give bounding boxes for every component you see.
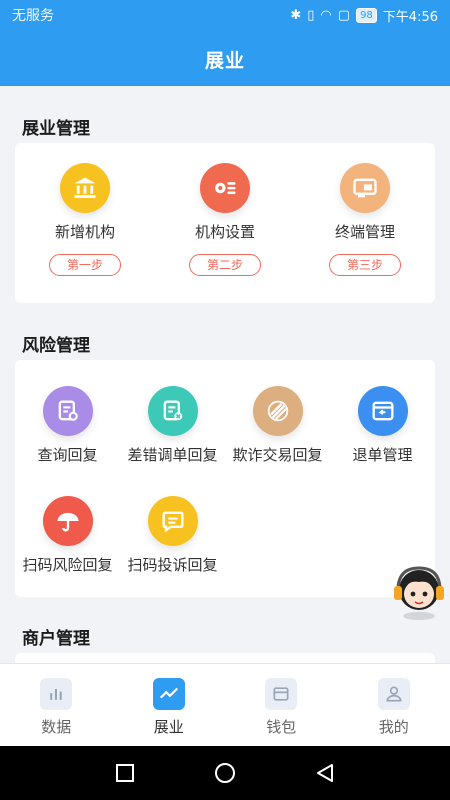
umbrella-icon xyxy=(42,496,93,546)
tab-business[interactable]: 展业 xyxy=(113,664,226,746)
step-one-badge: 第一步 xyxy=(49,254,121,276)
chat-icon xyxy=(147,496,198,546)
section-title-business: 展业管理 xyxy=(22,119,90,139)
refund-management-item[interactable]: 退单管理 xyxy=(330,386,435,465)
sim-icon: ▢ xyxy=(337,7,351,23)
battery-icon: 98 xyxy=(356,7,377,23)
recent-apps-icon[interactable] xyxy=(114,762,136,784)
tab-data-label: 数据 xyxy=(41,718,72,736)
terminal-management-item[interactable]: 终端管理 第三步 xyxy=(295,163,435,276)
stripes-icon xyxy=(252,386,303,436)
error-adjust-reply-item[interactable]: 差错调单回复 xyxy=(120,386,225,465)
section-title-risk: 风险管理 xyxy=(22,336,90,356)
carrier-text: 无服务 xyxy=(12,8,54,24)
bank-icon xyxy=(60,163,110,213)
tab-business-label: 展业 xyxy=(153,718,184,736)
add-institution-label: 新增机构 xyxy=(54,223,115,241)
fraud-reply-item[interactable]: 欺诈交易回复 xyxy=(225,386,330,465)
error-adjust-reply-label: 差错调单回复 xyxy=(127,446,218,464)
return-icon xyxy=(357,386,408,436)
query-reply-item[interactable]: 查询回复 xyxy=(15,386,120,465)
doc-error-icon xyxy=(147,386,198,436)
section-title-merchant: 商户管理 xyxy=(22,629,90,649)
tab-wallet-label: 钱包 xyxy=(266,718,297,736)
wallet-icon xyxy=(265,678,298,710)
back-icon[interactable] xyxy=(314,762,336,784)
customer-service-avatar[interactable] xyxy=(390,558,448,622)
tab-wallet[interactable]: 钱包 xyxy=(225,664,338,746)
risk-card: 查询回复 差错调单回复 欺诈交易回复 退单管理 扫码风险回复 扫码投诉回复 xyxy=(15,360,435,597)
top-bar: 无服务 ✱ ▯ ◠ ▢ 98 下午4:56 展业 xyxy=(0,0,450,86)
home-icon[interactable] xyxy=(213,761,237,785)
tab-mine[interactable]: 我的 xyxy=(338,664,450,746)
add-institution-item[interactable]: 新增机构 第一步 xyxy=(15,163,155,276)
scan-complaint-reply-label: 扫码投诉回复 xyxy=(127,556,218,574)
bar-chart-icon xyxy=(40,678,73,710)
clock: 下午4:56 xyxy=(382,9,438,25)
tab-data[interactable]: 数据 xyxy=(0,664,113,746)
step-two-badge: 第二步 xyxy=(189,254,261,276)
vibrate-icon: ▯ xyxy=(307,7,315,23)
system-nav-bar xyxy=(0,746,450,800)
person-icon xyxy=(377,678,410,710)
search-doc-icon xyxy=(42,386,93,436)
page-title: 展业 xyxy=(204,50,245,72)
scan-risk-reply-item[interactable]: 扫码风险回复 xyxy=(15,496,120,575)
terminal-management-label: 终端管理 xyxy=(334,223,395,241)
bluetooth-icon: ✱ xyxy=(290,7,302,23)
business-card: 新增机构 第一步 机构设置 第二步 终端管理 第三步 xyxy=(15,143,435,303)
scan-risk-reply-label: 扫码风险回复 xyxy=(22,556,113,574)
fraud-reply-label: 欺诈交易回复 xyxy=(232,446,323,464)
scan-complaint-reply-item[interactable]: 扫码投诉回复 xyxy=(120,496,225,575)
status-bar: 无服务 ✱ ▯ ◠ ▢ 98 下午4:56 xyxy=(0,0,450,30)
wifi-icon: ◠ xyxy=(320,7,332,23)
query-reply-label: 查询回复 xyxy=(37,446,98,464)
step-three-badge: 第三步 xyxy=(329,254,401,276)
institution-settings-label: 机构设置 xyxy=(194,223,255,241)
bottom-tab-bar: 数据 展业 钱包 我的 xyxy=(0,663,450,746)
refund-management-label: 退单管理 xyxy=(352,446,413,464)
institution-settings-item[interactable]: 机构设置 第二步 xyxy=(155,163,295,276)
tab-mine-label: 我的 xyxy=(378,718,409,736)
gear-list-icon xyxy=(200,163,250,213)
terminal-icon xyxy=(340,163,390,213)
trend-icon xyxy=(152,678,185,710)
